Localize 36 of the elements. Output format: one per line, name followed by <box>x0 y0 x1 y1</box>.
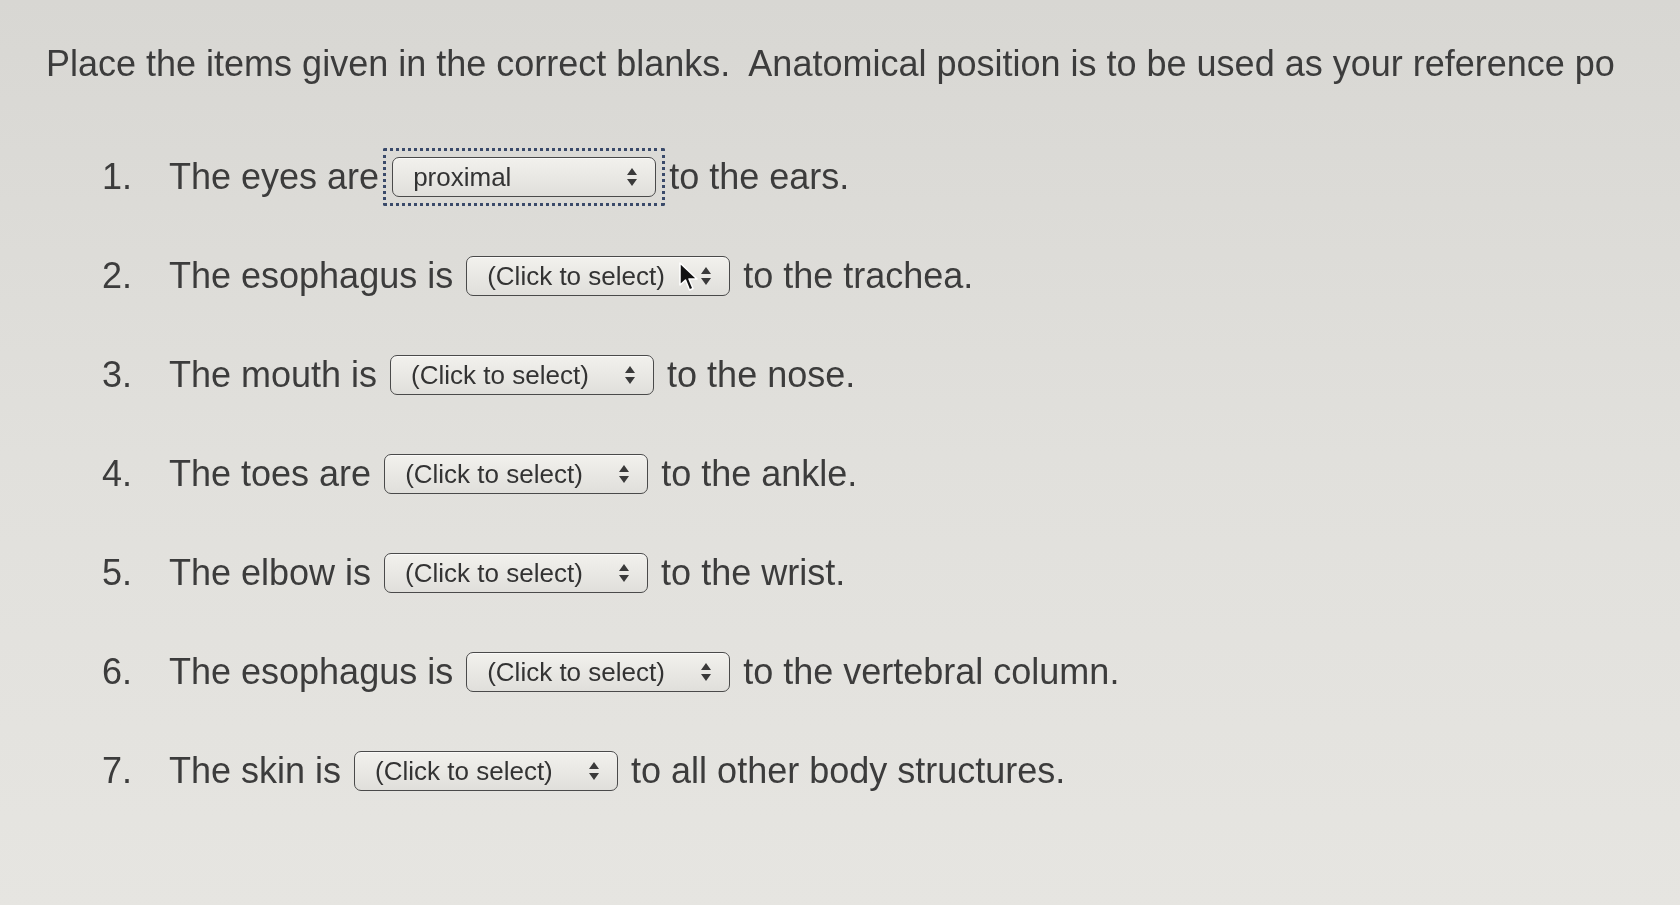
sentence-text: to all other body structures. <box>631 749 1066 793</box>
sentence-text: to the ankle. <box>661 452 858 496</box>
sentence-text: The esophagus is <box>169 254 454 298</box>
sentence-text: The skin is <box>169 749 342 793</box>
up-down-arrows-icon <box>589 762 600 780</box>
up-down-arrows-icon <box>619 564 630 582</box>
sentence-text: to the nose. <box>667 353 856 397</box>
question-number: 6. <box>102 650 134 694</box>
up-down-arrows-icon <box>701 267 712 285</box>
up-down-arrows-icon <box>625 366 636 384</box>
sentence-text: to the wrist. <box>661 551 846 595</box>
dropdown[interactable]: proximal <box>392 157 657 197</box>
dropdown[interactable]: (Click to select) <box>384 454 649 494</box>
question-number: 1. <box>102 155 134 199</box>
up-down-arrows-icon <box>701 663 712 681</box>
sentence-text: The mouth is <box>169 353 378 397</box>
dropdown[interactable]: (Click to select) <box>466 652 731 692</box>
question-number: 5. <box>102 551 134 595</box>
question-number: 4. <box>102 452 134 496</box>
dropdown[interactable]: (Click to select) <box>466 256 731 296</box>
dropdown[interactable]: (Click to select) <box>390 355 655 395</box>
dropdown[interactable]: (Click to select) <box>384 553 649 593</box>
sentence-text: to the ears. <box>669 155 850 199</box>
question-number: 3. <box>102 353 134 397</box>
sentence-text: The elbow is <box>169 551 372 595</box>
instructions-text: Place the items given in the correct blanks. Anatomical position is to be used as your reference po <box>46 42 1615 86</box>
sentence-text: The toes are <box>169 452 372 496</box>
sentence-text: to the trachea. <box>743 254 974 298</box>
question-number: 2. <box>102 254 134 298</box>
up-down-arrows-icon <box>619 465 630 483</box>
up-down-arrows-icon <box>627 168 638 186</box>
sentence-text: The esophagus is <box>169 650 454 694</box>
sentence-text: to the vertebral column. <box>743 650 1120 694</box>
dropdown[interactable]: (Click to select) <box>354 751 619 791</box>
sentence-text: The eyes are <box>169 155 380 199</box>
question-number: 7. <box>102 749 134 793</box>
